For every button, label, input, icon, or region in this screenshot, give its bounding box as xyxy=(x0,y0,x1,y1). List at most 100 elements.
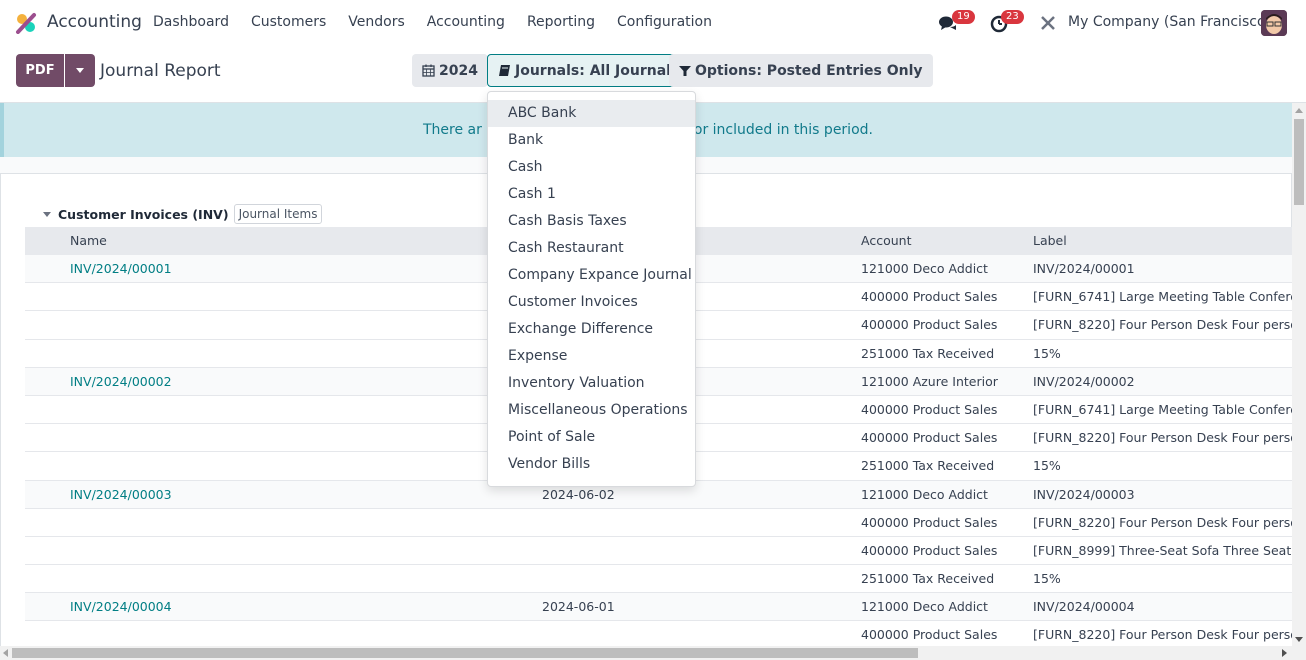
cell-label: [FURN_8220] Four Person Desk Four person… xyxy=(1033,514,1292,530)
cell-account: 400000 Product Sales xyxy=(861,627,998,643)
cell-account: 121000 Azure Interior xyxy=(861,373,998,389)
scroll-left-arrow-icon[interactable] xyxy=(3,649,8,657)
cell-label: [FURN_8220] Four Person Desk Four person… xyxy=(1033,430,1292,446)
menu-customers[interactable]: Customers xyxy=(251,14,326,30)
cell-name[interactable]: INV/2024/00002 xyxy=(70,374,172,389)
cell-label: 15% xyxy=(1033,571,1061,587)
menu-vendors[interactable]: Vendors xyxy=(348,14,404,30)
cell-account: 400000 Product Sales xyxy=(861,514,998,530)
menu-accounting[interactable]: Accounting xyxy=(427,14,505,30)
company-switcher[interactable]: My Company (San Francisco) xyxy=(1068,14,1271,30)
cell-account: 400000 Product Sales xyxy=(861,317,998,333)
pdf-button[interactable]: PDF xyxy=(16,54,65,87)
date-filter-button[interactable]: 2024 xyxy=(412,54,488,87)
cell-name[interactable]: INV/2024/00003 xyxy=(70,487,172,502)
cell-label: 15% xyxy=(1033,345,1061,361)
menu-dashboard[interactable]: Dashboard xyxy=(153,14,229,30)
scroll-up-arrow-icon[interactable] xyxy=(1295,108,1303,113)
journal-group-header[interactable]: Customer Invoices (INV) Journal Items xyxy=(43,204,323,224)
cell-label: INV/2024/00004 xyxy=(1033,599,1135,615)
user-avatar-icon xyxy=(1261,10,1287,36)
journal-option[interactable]: Company Expance Journal xyxy=(488,262,695,289)
calendar-icon xyxy=(422,64,435,77)
app-logo-icon[interactable] xyxy=(15,12,37,34)
journal-option[interactable]: ABC Bank xyxy=(488,100,695,127)
journal-group-title: Customer Invoices (INV) xyxy=(58,206,229,222)
collapse-caret-icon[interactable] xyxy=(43,211,51,217)
journal-option[interactable]: Cash Basis Taxes xyxy=(488,208,695,235)
journal-option[interactable]: Cash xyxy=(488,154,695,181)
cell-date: 2024-06-02 xyxy=(542,486,615,502)
options-filter-button[interactable]: Options: Posted Entries Only xyxy=(669,54,933,87)
cell-name[interactable]: INV/2024/00001 xyxy=(70,261,172,276)
page-title: Journal Report xyxy=(100,61,221,81)
horizontal-scroll-thumb[interactable] xyxy=(12,648,918,658)
scroll-right-arrow-icon[interactable] xyxy=(1282,649,1287,657)
journals-dropdown-menu: ABC Bank Bank Cash Cash 1 Cash Basis Taxes Ca… xyxy=(487,91,696,487)
navbar: Accounting Dashboard Customers Vendors A… xyxy=(0,0,1306,46)
cell-label: 15% xyxy=(1033,458,1061,474)
table-row: 251000 Tax Received 15% xyxy=(25,565,1292,594)
journals-filter-button[interactable]: Journals: All Journals xyxy=(487,54,691,87)
export-dropdown-toggle[interactable] xyxy=(65,54,95,87)
cell-account: 121000 Deco Addict xyxy=(861,261,988,276)
cell-account: 121000 Deco Addict xyxy=(861,599,988,615)
menu-configuration[interactable]: Configuration xyxy=(617,14,712,30)
journal-items-button[interactable]: Journal Items xyxy=(233,204,323,224)
vertical-scroll-thumb[interactable] xyxy=(1294,119,1304,205)
activities-badge: 23 xyxy=(1001,10,1024,24)
scroll-down-arrow-icon[interactable] xyxy=(1295,637,1303,642)
cell-account: 251000 Tax Received xyxy=(861,571,995,587)
cell-account: 400000 Product Sales xyxy=(861,401,998,417)
avatar[interactable] xyxy=(1261,10,1287,36)
cell-account: 400000 Product Sales xyxy=(861,542,998,558)
cell-account: 400000 Product Sales xyxy=(861,430,998,446)
date-filter-label: 2024 xyxy=(439,62,478,79)
cell-label: [FURN_8220] Four Person Desk Four person… xyxy=(1033,627,1292,643)
options-filter-label: Options: Posted Entries Only xyxy=(695,62,923,79)
cell-label: [FURN_6741] Large Meeting Table Conferen… xyxy=(1033,401,1292,417)
pdf-button-group: PDF xyxy=(16,54,95,87)
cell-account: 121000 Deco Addict xyxy=(861,486,988,502)
column-header-name: Name xyxy=(70,233,107,248)
app-name[interactable]: Accounting xyxy=(47,12,142,32)
column-header-label: Label xyxy=(1033,233,1067,248)
cell-name[interactable]: INV/2024/00004 xyxy=(70,599,172,614)
cell-account: 400000 Product Sales xyxy=(861,289,998,305)
table-row: 400000 Product Sales [FURN_8999] Three-Se… xyxy=(25,536,1292,566)
vertical-scrollbar[interactable] xyxy=(1292,103,1306,646)
cell-label: [FURN_6741] Large Meeting Table Conferen… xyxy=(1033,289,1292,305)
journal-option[interactable]: Inventory Valuation xyxy=(488,370,695,397)
journal-option[interactable]: Cash 1 xyxy=(488,181,695,208)
main-menu: Dashboard Customers Vendors Accounting R… xyxy=(153,14,734,30)
book-icon xyxy=(499,65,510,76)
journal-option[interactable]: Exchange Difference xyxy=(488,316,695,343)
cell-label: INV/2024/00002 xyxy=(1033,373,1135,389)
table-row: 400000 Product Sales [FURN_8220] Four Per… xyxy=(25,621,1292,646)
table-row: INV/2024/00004 2024-06-01 121000 Deco Addi… xyxy=(25,593,1292,622)
cell-account: 251000 Tax Received xyxy=(861,458,995,474)
journals-filter-label: Journals: All Journals xyxy=(515,62,680,79)
caret-down-icon xyxy=(76,68,84,73)
journal-option[interactable]: Point of Sale xyxy=(488,424,695,451)
messages-badge: 19 xyxy=(952,10,975,24)
journal-option[interactable]: Vendor Bills xyxy=(488,451,695,478)
column-header-account: Account xyxy=(861,233,912,248)
horizontal-scrollbar[interactable] xyxy=(0,646,1292,660)
cell-date: 2024-06-01 xyxy=(542,599,615,615)
journal-option[interactable]: Bank xyxy=(488,127,695,154)
alert-text-right: or included in this period. xyxy=(693,122,873,138)
journal-option[interactable]: Miscellaneous Operations xyxy=(488,397,695,424)
cell-account: 251000 Tax Received xyxy=(861,345,995,361)
journal-option[interactable]: Cash Restaurant xyxy=(488,235,695,262)
table-row: 400000 Product Sales [FURN_8220] Four Per… xyxy=(25,508,1292,537)
filter-icon xyxy=(679,65,691,76)
cell-label: [FURN_8220] Four Person Desk Four person… xyxy=(1033,317,1292,333)
alert-text-left: There ar xyxy=(423,122,482,138)
cell-label: INV/2024/00001 xyxy=(1033,261,1135,276)
scrollbar-corner xyxy=(1292,646,1306,660)
tools-icon[interactable] xyxy=(1038,13,1058,33)
menu-reporting[interactable]: Reporting xyxy=(527,14,595,30)
journal-option[interactable]: Customer Invoices xyxy=(488,289,695,316)
journal-option[interactable]: Expense xyxy=(488,343,695,370)
